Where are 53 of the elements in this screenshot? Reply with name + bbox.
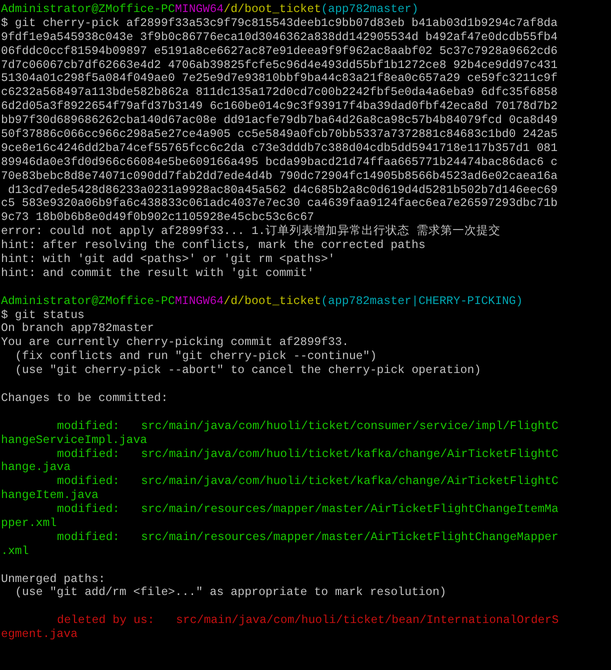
file-path: src/main/java/com/huoli/ticket/consumer/service/impl/FlightC	[141, 420, 558, 433]
file-status: modified:	[57, 420, 121, 434]
file-path: src/main/resources/mapper/master/AirTicketFlightChangeMapper	[141, 530, 558, 544]
output-line: error: could not apply af2899f33... 1.订单列表增加异常出行状态 需求第一次提交	[1, 225, 500, 238]
directory-path: /d/boot_ticket	[224, 294, 322, 308]
shell-name: MINGW64	[174, 294, 224, 308]
file-status: modified:	[57, 503, 121, 517]
output-line: 06fddc0ccf81594b09897 e5191a8ce6627ac87e91deea9f9f962ac8aabf02 5c37c7928a9662cd6	[1, 44, 558, 58]
file-path: egment.java	[1, 628, 78, 642]
output-line: d13cd7ede5428d86233a0231a9928ac80a45a562 d4c685b2a8c0d619d4d5281b502b7d146eec69	[6, 184, 558, 197]
output-line: 7d7c06067cb7df62663e4d2 4706ab39825fcfe5c96d4e493dd55bf1b1272ce8 92b4ce9dd97c431	[1, 58, 558, 72]
output-line: 50f37886c066cc966c298a5e27ce4a905 cc5e5849a0fcb70bb5337a7372881c84683c1bd0 242a5	[1, 128, 558, 142]
output-line: 6d2d05a3f8922654f79afd37b3149 6c160be014c9c3f93917f4ba39dad0fbf42eca8d 70178d7b2	[1, 100, 558, 114]
output-line: 70e83bebc8d8e74071c090dd7fab2dd7ede4d4b 790dc72904fc14905b8566b4523ad6e02caea16a	[1, 170, 558, 183]
user-host: Administrator@ZMoffice-PC	[1, 294, 175, 308]
file-status: modified:	[57, 475, 121, 490]
output-line: 89946da0e3fd0d966c66084e5be609166a495 bcda99bacd21d74ffaa665771b24474bac86dac6 c	[1, 156, 558, 169]
branch-name: (app782master|CHERRY-PICKING)	[321, 294, 523, 308]
output-line: (use "git cherry-pick --abort" to cancel the cherry-pick operation)	[14, 364, 482, 378]
output-line: hint: with 'git add <paths>' or 'git rm <paths>'	[1, 253, 335, 266]
branch-name: (app782master)	[321, 3, 418, 16]
file-path: hangeItem.java	[1, 489, 98, 502]
output-line: 9ce8e16c4246dd2ba74cef55765fcc6c2da c73e3dddb7c388d04cdb5dd5941718e117b357d1 081	[1, 142, 558, 155]
output-line: c5 583e9320a06b9fa6c438833c061adc4037e7ec30 ca4639faa9124faec6ea7e26597293dbc71b	[1, 197, 558, 210]
output-line: bb97f30d689686262cba140d67ac08e dd91acfe79db7ba64d26a8ca98c57b4b84079fcd 0ca8d49	[1, 114, 558, 128]
file-status: deleted by us:	[57, 614, 156, 628]
file-path: hangeServiceImpl.java	[1, 434, 148, 447]
directory-path: /d/boot_ticket	[224, 3, 322, 16]
output-line: Unmerged paths:	[1, 572, 106, 586]
output-line: On branch app782master	[1, 322, 154, 336]
output-line: You are currently cherry-picking commit af2899f33.	[1, 336, 349, 350]
file-status: modified:	[57, 448, 121, 462]
output-line: 51304a01c298f5a084f049ae0 7e25e9d7e93810bbf9ba44c83a21f8ea0c657a29 ce59fc3211c9f	[1, 72, 558, 86]
file-path: pper.xml	[1, 516, 57, 530]
output-line: hint: and commit the result with 'git commit'	[1, 266, 314, 280]
user-host: Administrator@ZMoffice-PC	[1, 3, 175, 16]
file-path: src/main/java/com/huoli/ticket/bean/InternationalOrderS	[176, 614, 559, 628]
output-line: c6232a568497a113bde582b862a 811dc135a172d0cd7c00b2242fbf5e0da4a6eba9 6dfc35f6858	[1, 86, 558, 100]
file-path: hange.java	[1, 461, 71, 474]
file-path: src/main/resources/mapper/master/AirTicketFlightChangeItemMa	[141, 503, 558, 516]
file-path: src/main/java/com/huoli/ticket/kafka/change/AirTicketFlightC	[141, 475, 558, 488]
output-line: 9fdf1e9a545938c043e 3f9b0c86776eca10d3046362a838dd142905534d b492af47e0dcdb55fb4	[1, 30, 558, 44]
file-status: modified:	[57, 530, 121, 545]
output-line: (fix conflicts and run "git cherry-pick --continue")	[14, 350, 377, 364]
command-line: $ git status	[1, 308, 84, 322]
output-line: Changes to be committed:	[1, 392, 168, 405]
output-line: hint: after resolving the conflicts, mark the corrected paths	[1, 239, 426, 252]
output-line: 9c73 18b0b6b8e0d49f0b902c1105928e45cbc53c6c67	[1, 211, 314, 224]
file-path: src/main/java/com/huoli/ticket/kafka/change/AirTicketFlightC	[141, 448, 558, 460]
command-line: $ git cherry-pick af2899f33a53c9f79c815543deeb1c9bb07d83eb b41ab03d1b9294c7af8da	[1, 16, 558, 30]
file-path: .xml	[1, 544, 29, 558]
shell-name: MINGW64	[174, 3, 224, 16]
output-line: (use "git add/rm <file>..." as appropriate to mark resolution)	[14, 586, 446, 600]
